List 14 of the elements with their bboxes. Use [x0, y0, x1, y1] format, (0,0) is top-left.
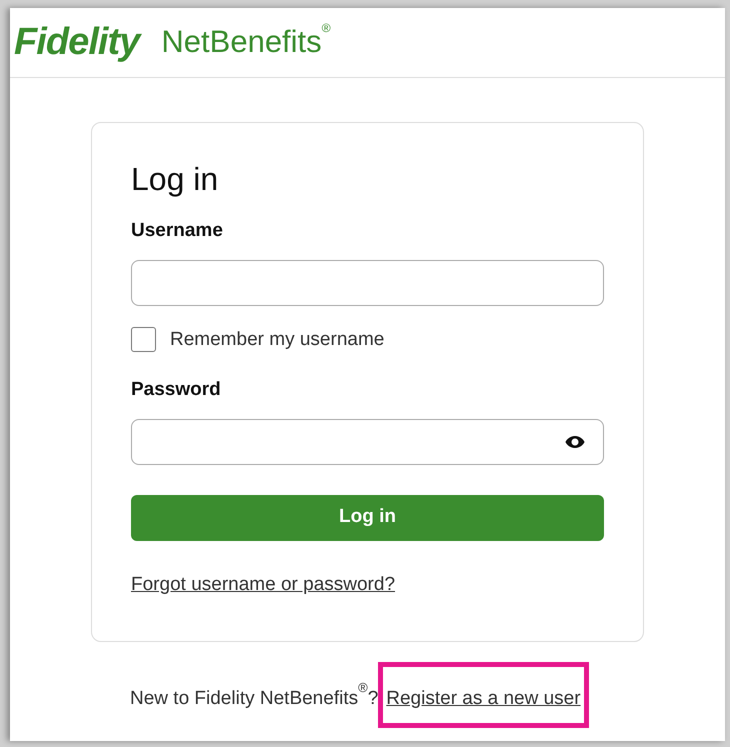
- field-label: Password: [131, 378, 222, 402]
- product-name: NetBenefits$^{®}$: [161, 20, 331, 62]
- username-field[interactable]: [131, 260, 604, 306]
- login-button[interactable]: Log in: [131, 494, 604, 540]
- field-label: Username: [131, 219, 224, 243]
- password-field[interactable]: [131, 418, 604, 464]
- show-password-icon[interactable]: [565, 434, 585, 448]
- forgot-credentials-link[interactable]: Forgot username or password?: [131, 574, 396, 594]
- remember-checkbox[interactable]: [131, 327, 156, 352]
- register-prompt: New to Fidelity NetBenefits$^{®}$?: [130, 682, 378, 711]
- register-link[interactable]: Register as a new user: [386, 688, 581, 709]
- login-heading: Log in: [131, 163, 220, 195]
- brand-logo: Fidelity: [14, 14, 140, 71]
- checkbox-label: Remember my username: [170, 328, 384, 352]
